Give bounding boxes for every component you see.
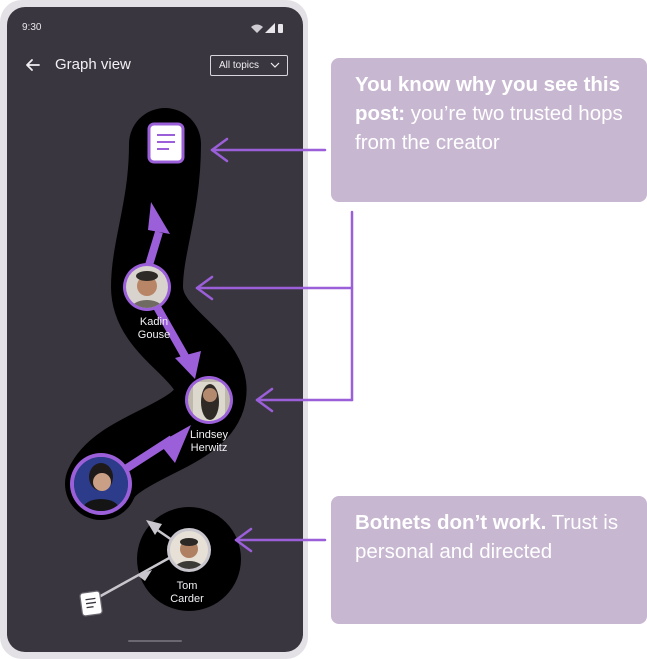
avatar-lindsey-herwitz [185, 376, 233, 424]
node-label-line: Kadin [139, 316, 169, 328]
node-label-line: Gouse [137, 329, 171, 341]
node-label-tom-carder: Tom Carder [152, 580, 222, 606]
callout-botnets: Botnets don’t work. Trust is personal an… [331, 496, 647, 624]
node-label-line: Carder [170, 593, 204, 605]
node-label-line: Tom [176, 580, 198, 592]
callout-heading: Botnets don’t work. [355, 511, 547, 534]
home-indicator[interactable] [128, 640, 182, 642]
node-label-line: Herwitz [190, 442, 228, 454]
post-node-untrusted [79, 590, 103, 617]
node-label-line: Lindsey [190, 429, 228, 441]
phone-screen: 9:30 Graph view All topics Kadin Gouse L… [7, 7, 303, 652]
node-label-kadin-gouse: Kadin Gouse [119, 316, 189, 342]
post-node [147, 122, 185, 164]
callout-trust-explanation: You know why you see this post: you’re t… [331, 58, 647, 202]
node-label-lindsey-herwitz: Lindsey Herwitz [174, 429, 244, 455]
